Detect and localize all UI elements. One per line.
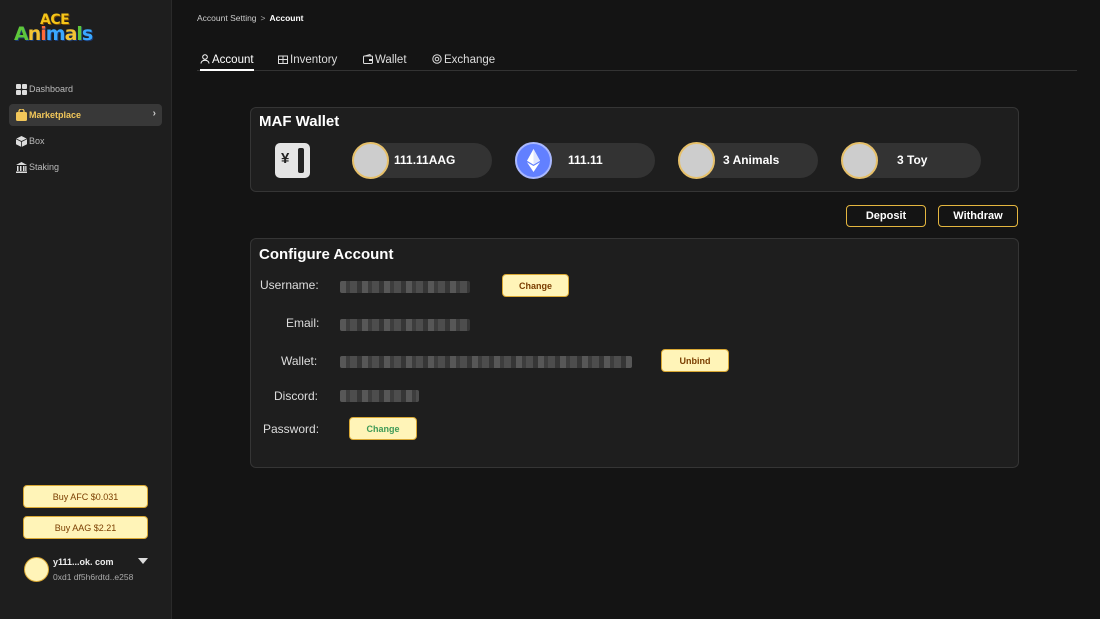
sidebar-nav: Dashboard Marketplace › Box Staking <box>9 78 162 182</box>
user-icon <box>200 53 210 66</box>
aag-coin-icon <box>352 142 389 179</box>
yen-wallet-icon: ¥ <box>275 143 310 178</box>
change-password-button[interactable]: Change <box>349 417 417 440</box>
ethereum-icon <box>515 142 552 179</box>
sidebar-item-label: Marketplace <box>29 110 82 120</box>
user-address: 0xd1 df5h6rdtd..e258 <box>53 572 134 582</box>
user-name: y111...ok. com <box>53 557 114 567</box>
bank-icon <box>15 161 27 173</box>
bag-icon <box>15 109 27 121</box>
balance-label: 111.11AAG <box>394 153 456 167</box>
breadcrumb-parent[interactable]: Account Setting <box>197 13 257 23</box>
maf-wallet-title: MAF Wallet <box>259 113 340 130</box>
wallet-icon <box>363 53 373 66</box>
logo-line2: Animals <box>14 23 93 45</box>
chevron-right-icon: › <box>152 108 156 119</box>
toy-icon <box>841 142 878 179</box>
wallet-label: Wallet: <box>281 354 318 368</box>
unbind-button[interactable]: Unbind <box>661 349 729 372</box>
balance-label: 111.11 <box>568 153 603 167</box>
tab-label: Inventory <box>290 54 338 66</box>
balance-aag: 111.11AAG <box>352 142 492 179</box>
breadcrumb-current: Account <box>269 13 304 23</box>
sidebar-item-label: Staking <box>29 162 60 172</box>
deposit-button[interactable]: Deposit <box>846 205 926 227</box>
grid-icon <box>15 83 27 95</box>
email-label: Email: <box>286 316 320 330</box>
sidebar-item-box[interactable]: Box <box>9 130 162 152</box>
password-label: Password: <box>263 422 320 436</box>
username-value-redacted <box>340 281 470 293</box>
balance-animals: 3 Animals <box>678 142 818 179</box>
breadcrumb-separator: > <box>260 13 266 23</box>
sidebar-item-label: Box <box>29 136 45 146</box>
balance-toy: 3 Toy <box>841 142 981 179</box>
animal-icon <box>678 142 715 179</box>
email-value-redacted <box>340 319 470 331</box>
sidebar: ACE Animals Dashboard Marketplace › Box <box>0 0 172 619</box>
tab-label: Wallet <box>375 54 407 66</box>
exchange-icon <box>432 54 442 66</box>
avatar <box>24 557 49 582</box>
inventory-icon <box>278 54 288 66</box>
cube-icon <box>15 135 27 147</box>
maf-wallet-card: MAF Wallet ¥ 111.11AAG 111.11 3 Animals … <box>250 107 1019 192</box>
tab-label: Account <box>212 53 254 66</box>
balance-label: 3 Toy <box>897 153 928 167</box>
tab-wallet[interactable]: Wallet <box>363 50 407 70</box>
sidebar-item-staking[interactable]: Staking <box>9 156 162 178</box>
breadcrumb: Account Setting > Account <box>197 13 304 23</box>
buy-afc-button[interactable]: Buy AFC $0.031 <box>23 485 148 508</box>
logo[interactable]: ACE Animals <box>14 12 94 46</box>
buy-aag-button[interactable]: Buy AAG $2.21 <box>23 516 148 539</box>
configure-account-title: Configure Account <box>259 246 394 263</box>
sidebar-item-label: Dashboard <box>29 84 74 94</box>
username-label: Username: <box>260 278 319 292</box>
caret-down-icon[interactable] <box>138 558 148 564</box>
balance-eth: 111.11 <box>515 142 655 179</box>
discord-value-redacted <box>340 390 419 402</box>
configure-account-card: Configure Account Username: Change Email… <box>250 238 1019 468</box>
wallet-value-redacted <box>340 356 632 368</box>
sidebar-item-dashboard[interactable]: Dashboard <box>9 78 162 100</box>
tab-exchange[interactable]: Exchange <box>432 50 495 70</box>
sidebar-item-marketplace[interactable]: Marketplace › <box>9 104 162 126</box>
tab-bar: Account Inventory Wallet Exchange <box>197 50 1077 71</box>
tab-label: Exchange <box>444 54 496 66</box>
change-username-button[interactable]: Change <box>502 274 569 297</box>
user-profile[interactable]: y111...ok. com 0xd1 df5h6rdtd..e258 <box>24 556 154 586</box>
discord-label: Discord: <box>274 389 319 403</box>
tab-inventory[interactable]: Inventory <box>278 50 337 70</box>
withdraw-button[interactable]: Withdraw <box>938 205 1018 227</box>
balance-label: 3 Animals <box>723 153 780 167</box>
tab-account[interactable]: Account <box>200 50 254 71</box>
